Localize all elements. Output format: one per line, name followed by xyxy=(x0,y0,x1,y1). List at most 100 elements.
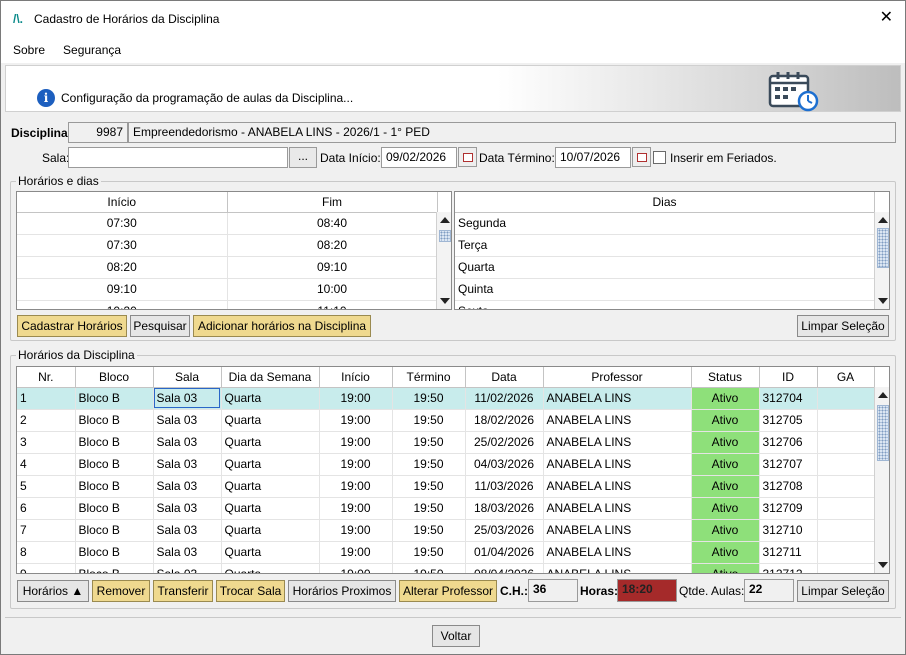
table-row[interactable]: 5 Bloco B Sala 03 Quarta 19:00 19:50 11/03/202… xyxy=(17,475,875,498)
schedules-menu-label: Horários xyxy=(22,584,69,598)
column-header[interactable]: GA xyxy=(817,367,875,388)
menu-seguranca[interactable]: Segurança xyxy=(63,43,121,57)
scroll-up-icon[interactable] xyxy=(878,217,888,223)
scroll-thumb[interactable] xyxy=(877,405,889,461)
table-row[interactable]: 9 Bloco B Sala 03 Quarta 19:00 19:50 08/04/202… xyxy=(17,563,875,573)
swap-room-button[interactable]: Trocar Sala xyxy=(216,580,285,602)
table-row[interactable]: 6 Bloco B Sala 03 Quarta 19:00 19:50 18/03/202… xyxy=(17,497,875,520)
table-cell: Quarta xyxy=(221,387,320,410)
next-schedules-button[interactable]: Horários Proximos xyxy=(288,580,396,602)
clear-selection-top-button[interactable]: Limpar Seleção xyxy=(797,315,889,337)
discipline-label: Disciplina: xyxy=(11,126,72,140)
remove-button[interactable]: Remover xyxy=(92,580,150,602)
table-cell: Bloco B xyxy=(75,475,154,498)
table-cell: 7 xyxy=(17,519,76,542)
room-browse-button[interactable]: ... xyxy=(289,147,317,168)
clear-selection-bottom-button[interactable]: Limpar Seleção xyxy=(797,580,889,602)
table-row[interactable]: 7 Bloco B Sala 03 Quarta 19:00 19:50 25/03/202… xyxy=(17,519,875,542)
close-icon[interactable]: ✕ xyxy=(880,10,893,26)
table-cell: 19:00 xyxy=(319,431,393,454)
column-header[interactable]: Status xyxy=(691,367,760,388)
table-cell: Quarta xyxy=(221,409,320,432)
table-cell: 19:50 xyxy=(392,387,466,410)
holidays-checkbox[interactable] xyxy=(653,151,666,164)
banner-text: Configuração da programação de aulas da … xyxy=(61,91,354,105)
day-row[interactable]: Sexta xyxy=(455,300,875,309)
scroll-thumb[interactable] xyxy=(439,230,451,242)
end-date-input[interactable]: 10/07/2026 xyxy=(555,147,631,168)
table-row[interactable]: 8 Bloco B Sala 03 Quarta 19:00 19:50 01/04/202… xyxy=(17,541,875,564)
times-scrollbar[interactable] xyxy=(436,212,451,309)
start-date-input[interactable]: 09/02/2026 xyxy=(381,147,457,168)
times-row[interactable]: 07:30 08:20 xyxy=(17,234,438,257)
back-button[interactable]: Voltar xyxy=(432,625,480,647)
table-cell: Bloco B xyxy=(75,541,154,564)
table-cell: 4 xyxy=(17,453,76,476)
times-row[interactable]: 07:30 08:40 xyxy=(17,212,438,235)
add-schedules-button[interactable]: Adicionar horários na Disciplina xyxy=(193,315,371,337)
scroll-up-icon[interactable] xyxy=(440,217,450,223)
table-cell: Quarta xyxy=(221,519,320,542)
ch-value: 36 xyxy=(528,579,578,602)
table-cell: 04/03/2026 xyxy=(465,453,544,476)
column-header[interactable]: Professor xyxy=(543,367,692,388)
table-cell: 19:00 xyxy=(319,563,393,573)
column-header[interactable]: Sala xyxy=(153,367,222,388)
table-cell: ANABELA LINS xyxy=(543,453,692,476)
end-date-picker-icon[interactable] xyxy=(632,147,651,167)
schedules-menu-button[interactable]: Horários ▲ xyxy=(17,580,89,602)
table-cell: 8 xyxy=(17,541,76,564)
table-cell: 19:00 xyxy=(319,541,393,564)
day-row[interactable]: Terça xyxy=(455,234,875,257)
table-row[interactable]: 2 Bloco B Sala 03 Quarta 19:00 19:50 18/02/202… xyxy=(17,409,875,432)
scroll-thumb[interactable] xyxy=(877,228,889,268)
class-grid-scrollbar[interactable] xyxy=(874,387,889,573)
menu-sobre[interactable]: Sobre xyxy=(13,43,45,57)
table-row[interactable]: 4 Bloco B Sala 03 Quarta 19:00 19:50 04/03/202… xyxy=(17,453,875,476)
room-input[interactable] xyxy=(68,147,288,168)
times-row[interactable]: 08:20 09:10 xyxy=(17,256,438,279)
table-cell: 18/03/2026 xyxy=(465,497,544,520)
ch-label: C.H.: xyxy=(500,584,528,598)
times-row[interactable]: 09:10 10:00 xyxy=(17,278,438,301)
table-row[interactable]: 1 Bloco B Sala 03 Quarta 19:00 19:50 11/02/202… xyxy=(17,387,875,410)
start-date-picker-icon[interactable] xyxy=(458,147,477,167)
times-row[interactable]: 10:2011:10 xyxy=(17,300,438,309)
day-row[interactable]: Quarta xyxy=(455,256,875,279)
day-row[interactable]: Segunda xyxy=(455,212,875,235)
table-cell: Bloco B xyxy=(75,409,154,432)
column-header[interactable]: Início xyxy=(319,367,393,388)
scroll-down-icon[interactable] xyxy=(878,298,888,304)
scroll-up-icon[interactable] xyxy=(878,392,888,398)
table-cell: Quarta xyxy=(221,563,320,573)
column-header[interactable]: Término xyxy=(392,367,466,388)
table-cell: 19:00 xyxy=(319,475,393,498)
class-schedule-grid: Nr. Bloco Sala Dia da Semana Início Término Da… xyxy=(16,366,890,574)
days-scrollbar[interactable] xyxy=(874,212,889,309)
table-cell: 312706 xyxy=(759,431,818,454)
scroll-down-icon[interactable] xyxy=(878,562,888,568)
table-cell: Sala 03 xyxy=(153,563,222,573)
column-header[interactable]: Data xyxy=(465,367,544,388)
transfer-button[interactable]: Transferir xyxy=(153,580,213,602)
table-cell: 6 xyxy=(17,497,76,520)
table-cell: ANABELA LINS xyxy=(543,475,692,498)
column-header[interactable]: ID xyxy=(759,367,818,388)
column-header[interactable]: Dia da Semana xyxy=(221,367,320,388)
column-header[interactable]: Nr. xyxy=(17,367,76,388)
scroll-down-icon[interactable] xyxy=(440,298,450,304)
register-schedules-button[interactable]: Cadastrar Horários xyxy=(17,315,127,337)
table-cell: 19:50 xyxy=(392,563,466,573)
table-cell: 312708 xyxy=(759,475,818,498)
count-label: Qtde. Aulas: xyxy=(679,584,745,598)
table-cell: Ativo xyxy=(691,431,760,454)
footer-bar: Voltar xyxy=(5,617,901,651)
day-row[interactable]: Quinta xyxy=(455,278,875,301)
menu-bar: Sobre Segurança xyxy=(1,37,905,63)
table-cell xyxy=(817,497,875,520)
change-professor-button[interactable]: Alterar Professor xyxy=(399,580,497,602)
column-header[interactable]: Bloco xyxy=(75,367,154,388)
search-button[interactable]: Pesquisar xyxy=(130,315,190,337)
table-cell: Sala 03 xyxy=(153,519,222,542)
table-row[interactable]: 3 Bloco B Sala 03 Quarta 19:00 19:50 25/02/202… xyxy=(17,431,875,454)
